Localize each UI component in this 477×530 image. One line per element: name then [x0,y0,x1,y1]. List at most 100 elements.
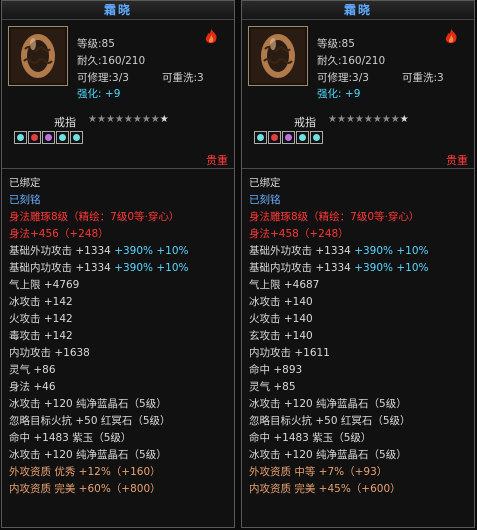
ext-attack-pct: +390% +10% [354,245,429,257]
item-rewash-count: 可重洗:3 [162,72,204,84]
enhance-label: 强化: [317,88,342,100]
star-icon: ★ [354,114,364,125]
item-attributes: 已绑定已刻铭身法雕琢8级（精绘：7级0等·穿心） 身法+458（+248） 基础外功… [242,169,474,498]
bound-status: 已绑定 [249,177,281,189]
stat-line: 冰攻击 +140 [249,296,313,308]
gem-socket-icon[interactable] [42,131,55,144]
gem-socket-icon[interactable] [28,131,41,144]
stat-line: 内功攻击 +1638 [9,347,90,359]
star-icon: ★ [123,114,133,125]
item-rewash-count: 可重洗:3 [402,72,444,84]
item-type: 戒指 [294,116,316,129]
item-header: 等级:85 耐久:160/210 可修理:3/3 可重洗:3 强化: +9 戒指 ★★★★★… [2,20,234,169]
stat-line: 冰攻击 +120 纯净蓝晶石（5级） [9,398,167,410]
int-attack-pct: +390% +10% [114,262,189,274]
star-icon: ★ [141,114,151,125]
int-attack-base: 基础内功攻击 +1334 [9,262,111,274]
valuable-label: 贵重 [206,154,228,167]
star-icon: ★ [88,114,97,125]
int-attack-base: 基础内功攻击 +1334 [249,262,351,274]
ext-attack-pct: +390% +10% [114,245,189,257]
item-name: 霜晓 [2,1,234,20]
star-icon: ★ [372,114,382,125]
int-attack-pct: +390% +10% [354,262,429,274]
ext-attack-line: 基础外功攻击 +1334 +390% +10% [249,243,474,260]
gem-socket-icon[interactable] [56,131,69,144]
gem-socket-icon[interactable] [14,131,27,144]
star-icon: ★ [96,114,106,125]
stat-line: 毒攻击 +142 [9,330,73,342]
item-enhance: 强化: +9 [77,86,120,101]
item-name: 霜晓 [242,1,474,20]
star-rating: ★★★★★★★★★ [88,114,169,125]
stat-line: 气上限 +4687 [249,279,320,291]
forge-line: 身法雕琢8级（精绘：7级0等·穿心） [9,211,180,223]
stat-line: 内功攻击 +1611 [249,347,330,359]
stat-line: 火攻击 +142 [9,313,73,325]
stat-line: 命中 +1483 紫玉（5级） [9,432,132,444]
enhance-value: +9 [344,88,361,100]
stat-line: 火攻击 +140 [249,313,313,325]
gem-socket-icon[interactable] [296,131,309,144]
engraved-status: 已刻铭 [249,194,281,206]
item-level: 等级:85 [317,38,355,50]
stat-line: 内攻资质 完美 +60%（+800） [9,483,161,495]
enhance-label: 强化: [77,88,102,100]
item-header: 等级:85 耐久:160/210 可修理:3/3 可重洗:3 强化: +9 戒指 ★★★★★… [242,20,474,169]
item-tooltip-left: 霜晓 等级:85 耐久:160/210 可修理:3/3 可重洗:3 强化: +9 戒指 ★★★… [1,0,235,528]
item-level: 等级:85 [77,38,115,50]
stat-line: 忽略目标火抗 +50 红冥石（5级） [9,415,171,427]
enhance-value: +9 [104,88,121,100]
ring-item-icon [8,26,68,86]
star-icon: ★ [159,114,169,125]
gem-socket-icon[interactable] [310,131,323,144]
stat-line: 外攻资质 优秀 +12%（+160） [9,466,161,478]
star-rating: ★★★★★★★★★ [328,114,409,125]
int-attack-line: 基础内功攻击 +1334 +390% +10% [9,260,234,277]
ext-attack-base: 基础外功攻击 +1334 [9,245,111,257]
stat-line: 命中 +1483 紫玉（5级） [249,432,372,444]
item-tooltip-right: 霜晓 等级:85 耐久:160/210 可修理:3/3 可重洗:3 强化: +9 戒指 ★★★… [241,0,475,528]
gem-socket-icon[interactable] [254,131,267,144]
stat-line: 冰攻击 +120 纯净蓝晶石（5级） [249,449,407,461]
star-icon: ★ [328,114,337,125]
int-attack-line: 基础内功攻击 +1334 +390% +10% [249,260,474,277]
gem-sockets [14,131,84,147]
star-icon: ★ [345,114,355,125]
stat-line: 内攻资质 完美 +45%（+600） [249,483,401,495]
stat-line: 外攻资质 中等 +7%（+93） [249,466,388,478]
star-icon: ★ [105,114,115,125]
item-type: 戒指 [54,116,76,129]
stat-line: 冰攻击 +120 纯净蓝晶石（5级） [249,398,407,410]
stat-line: 忽略目标火抗 +50 红冥石（5级） [249,415,411,427]
item-repair-count: 可修理:3/3 [77,72,129,84]
gem-socket-icon[interactable] [70,131,83,144]
stat-line: 冰攻击 +120 纯净蓝晶石（5级） [9,449,167,461]
engraved-status: 已刻铭 [9,194,41,206]
item-repair-count: 可修理:3/3 [317,72,369,84]
star-icon: ★ [150,114,160,125]
stat-line: 身法 +46 [9,381,56,393]
item-enhance: 强化: +9 [317,86,360,101]
gem-socket-icon[interactable] [282,131,295,144]
star-icon: ★ [399,114,409,125]
forge-line: 身法雕琢8级（精绘：7级0等·穿心） [249,211,420,223]
body-bonus-line: 身法+458（+248） [249,228,349,240]
ext-attack-base: 基础外功攻击 +1334 [249,245,351,257]
star-icon: ★ [132,114,142,125]
stat-line: 灵气 +86 [9,364,56,376]
bound-status: 已绑定 [9,177,41,189]
item-durability: 耐久:160/210 [317,55,386,67]
star-icon: ★ [336,114,346,125]
item-durability: 耐久:160/210 [77,55,146,67]
ext-attack-line: 基础外功攻击 +1334 +390% +10% [9,243,234,260]
item-attributes: 已绑定 已刻铭 身法雕琢8级（精绘：7级0等·穿心） 身法+456（+248） 基础外功… [2,169,234,498]
ring-item-icon [248,26,308,86]
stat-line: 气上限 +4769 [9,279,80,291]
gem-socket-icon[interactable] [268,131,281,144]
flame-icon [202,28,220,49]
stat-line: 玄攻击 +140 [249,330,313,342]
star-icon: ★ [381,114,391,125]
stat-line: 灵气 +85 [249,381,296,393]
stat-line: 冰攻击 +142 [9,296,73,308]
